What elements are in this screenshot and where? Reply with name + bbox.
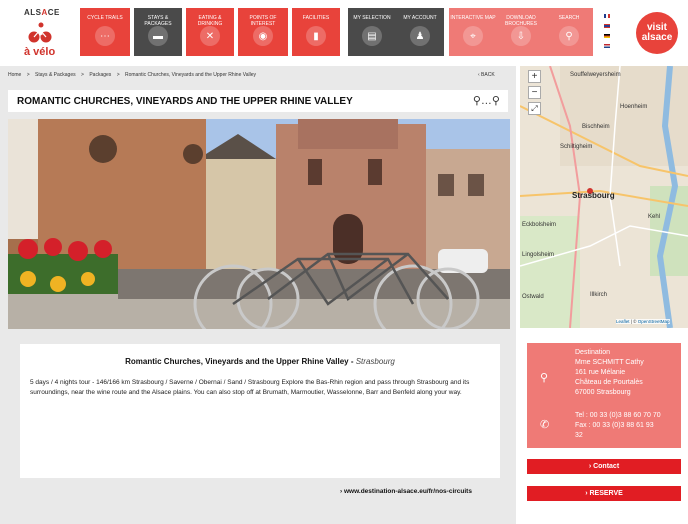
nav-label: CYCLE TRAILS [87,15,123,21]
map-label: Hoenheim [620,104,647,110]
map-label: Ostwald [522,294,544,300]
bottle-icon: ▮ [306,26,326,46]
map-label: Kehl [648,214,660,220]
breadcrumb-packages[interactable]: Packages [89,72,111,78]
alsace-word: alsace [641,32,673,43]
nav-points-of-interest[interactable]: POINTS OF INTEREST ◉ [238,8,288,56]
breadcrumb: Home > Stays & Packages > Packages > Rom… [8,72,260,78]
destination-address: Destination Mme SCHMITT Cathy 161 rue Mé… [575,349,644,396]
nav-cycle-trails[interactable]: CYCLE TRAILS ⋯ [80,8,130,56]
person-icon: ♟ [410,26,430,46]
nav-facilities[interactable]: FACILITIES ▮ [292,8,340,56]
map-label: Illkirch [590,292,607,298]
map-zoom-out-button[interactable]: − [528,86,541,99]
nav-label: MY ACCOUNT [403,15,437,21]
cyclist-logo-icon [28,22,52,43]
title-bar: ROMANTIC CHURCHES, VINEYARDS AND THE UPP… [8,90,508,112]
website-link[interactable]: › www.destination-alsace.eu/fr/nos-circu… [340,488,472,495]
breadcrumb-separator: > [116,72,120,78]
map-label: Lingolsheim [522,252,554,258]
nav-eating-drinking[interactable]: EATING & DRINKING ✕ [186,8,234,56]
contact-button[interactable]: › Contact [527,459,681,474]
shopping-cart-icon: ▤ [362,26,382,46]
breadcrumb-home[interactable]: Home [8,72,21,78]
nav-my-account[interactable]: MY ACCOUNT ♟ [396,8,444,56]
bed-icon: ▬ [148,26,168,46]
breadcrumb-current: Romantic Churches, Vineyards and the Upp… [125,72,256,78]
nav-label: MY SELECTION [353,15,391,21]
flag-fr-icon[interactable] [604,14,610,18]
cutlery-icon: ✕ [200,26,220,46]
map-attribution: Leaflet | © OpenStreetMap [616,319,670,324]
page-title: ROMANTIC CHURCHES, VINEYARDS AND THE UPP… [17,96,353,107]
map-label: Bischheim [582,124,610,130]
language-selector [604,14,612,54]
alsace-a-velo-logo[interactable]: ALSACE à vélo [8,6,72,62]
search-icon: ⚲ [559,26,579,46]
page: ALSACE à vélo CYCLE TRAILS ⋯ STAYS & PAC… [0,0,688,524]
location-pin-icon: ⚲ [540,372,549,384]
eye-icon: ◉ [253,26,273,46]
logo-tagline: à vélo [24,46,56,58]
nav-label: SEARCH [558,15,580,21]
map-label: Strasbourg [572,191,615,200]
content-panel: Home > Stays & Packages > Packages > Rom… [0,66,516,524]
description-text: 5 days / 4 nights tour - 146/166 km Stra… [30,379,470,396]
phone-icon: ✆ [540,419,550,431]
nav-label: FACILITIES [302,15,330,21]
visit-word: visit [646,22,667,33]
description-heading: Romantic Churches, Vineyards and the Upp… [125,357,395,366]
nav-interactive-map[interactable]: INTERACTIVE MAP ⌖ [449,8,497,56]
osm-link[interactable]: OpenStreetMap [638,319,670,324]
map-label: Souffelweyersheim [570,72,621,78]
nav-label: INTERACTIVE MAP [450,15,496,21]
map-label: Eckbolsheim [522,222,556,228]
description-box: Romantic Churches, Vineyards and the Upp… [20,344,500,478]
back-link[interactable]: ‹ BACK [478,72,495,78]
visit-alsace-logo[interactable]: visit alsace [636,12,678,54]
route-map[interactable]: Souffelweyersheim Hoenheim Bischheim Sch… [520,66,688,328]
map-pin-trail-icon: ⋯ [95,26,115,46]
tour-photo [8,119,510,329]
nav-download-brochures[interactable]: DOWNLOAD BROCHURES ⇩ [497,8,545,56]
logo-wordmark: ALSACE [24,8,60,17]
phone-numbers: Tel : 00 33 (0)3 88 60 70 70 Fax : 00 33… [575,412,661,439]
breadcrumb-stays[interactable]: Stays & Packages [35,72,76,78]
download-icon: ⇩ [511,26,531,46]
account-nav: MY SELECTION ▤ MY ACCOUNT ♟ [348,8,448,56]
breadcrumb-separator: > [81,72,84,78]
map-zoom-in-button[interactable]: + [528,70,541,83]
route-pins-icon[interactable]: ⚲…⚲ [473,94,500,107]
breadcrumb-separator: > [26,72,30,78]
reserve-button[interactable]: › RESERVE [527,486,681,501]
map-fullscreen-button[interactable]: ⤢ [528,102,541,115]
nav-search[interactable]: SEARCH ⚲ [545,8,593,56]
nav-stays-packages[interactable]: STAYS & PACKAGES ▬ [134,8,182,56]
leaflet-link[interactable]: Leaflet [616,319,630,324]
map-label: Schiltigheim [560,144,592,150]
flag-en-icon[interactable] [604,24,610,28]
nav-my-selection[interactable]: MY SELECTION ▤ [348,8,396,56]
map-icon: ⌖ [463,26,483,46]
main-nav: CYCLE TRAILS ⋯ STAYS & PACKAGES ▬ EATING… [80,8,344,56]
description-city: Strasbourg [355,357,395,366]
flag-de-icon[interactable] [604,34,610,38]
tools-nav: INTERACTIVE MAP ⌖ DOWNLOAD BROCHURES ⇩ S… [449,8,593,56]
header: ALSACE à vélo CYCLE TRAILS ⋯ STAYS & PAC… [0,0,688,66]
flag-nl-icon[interactable] [604,44,610,48]
